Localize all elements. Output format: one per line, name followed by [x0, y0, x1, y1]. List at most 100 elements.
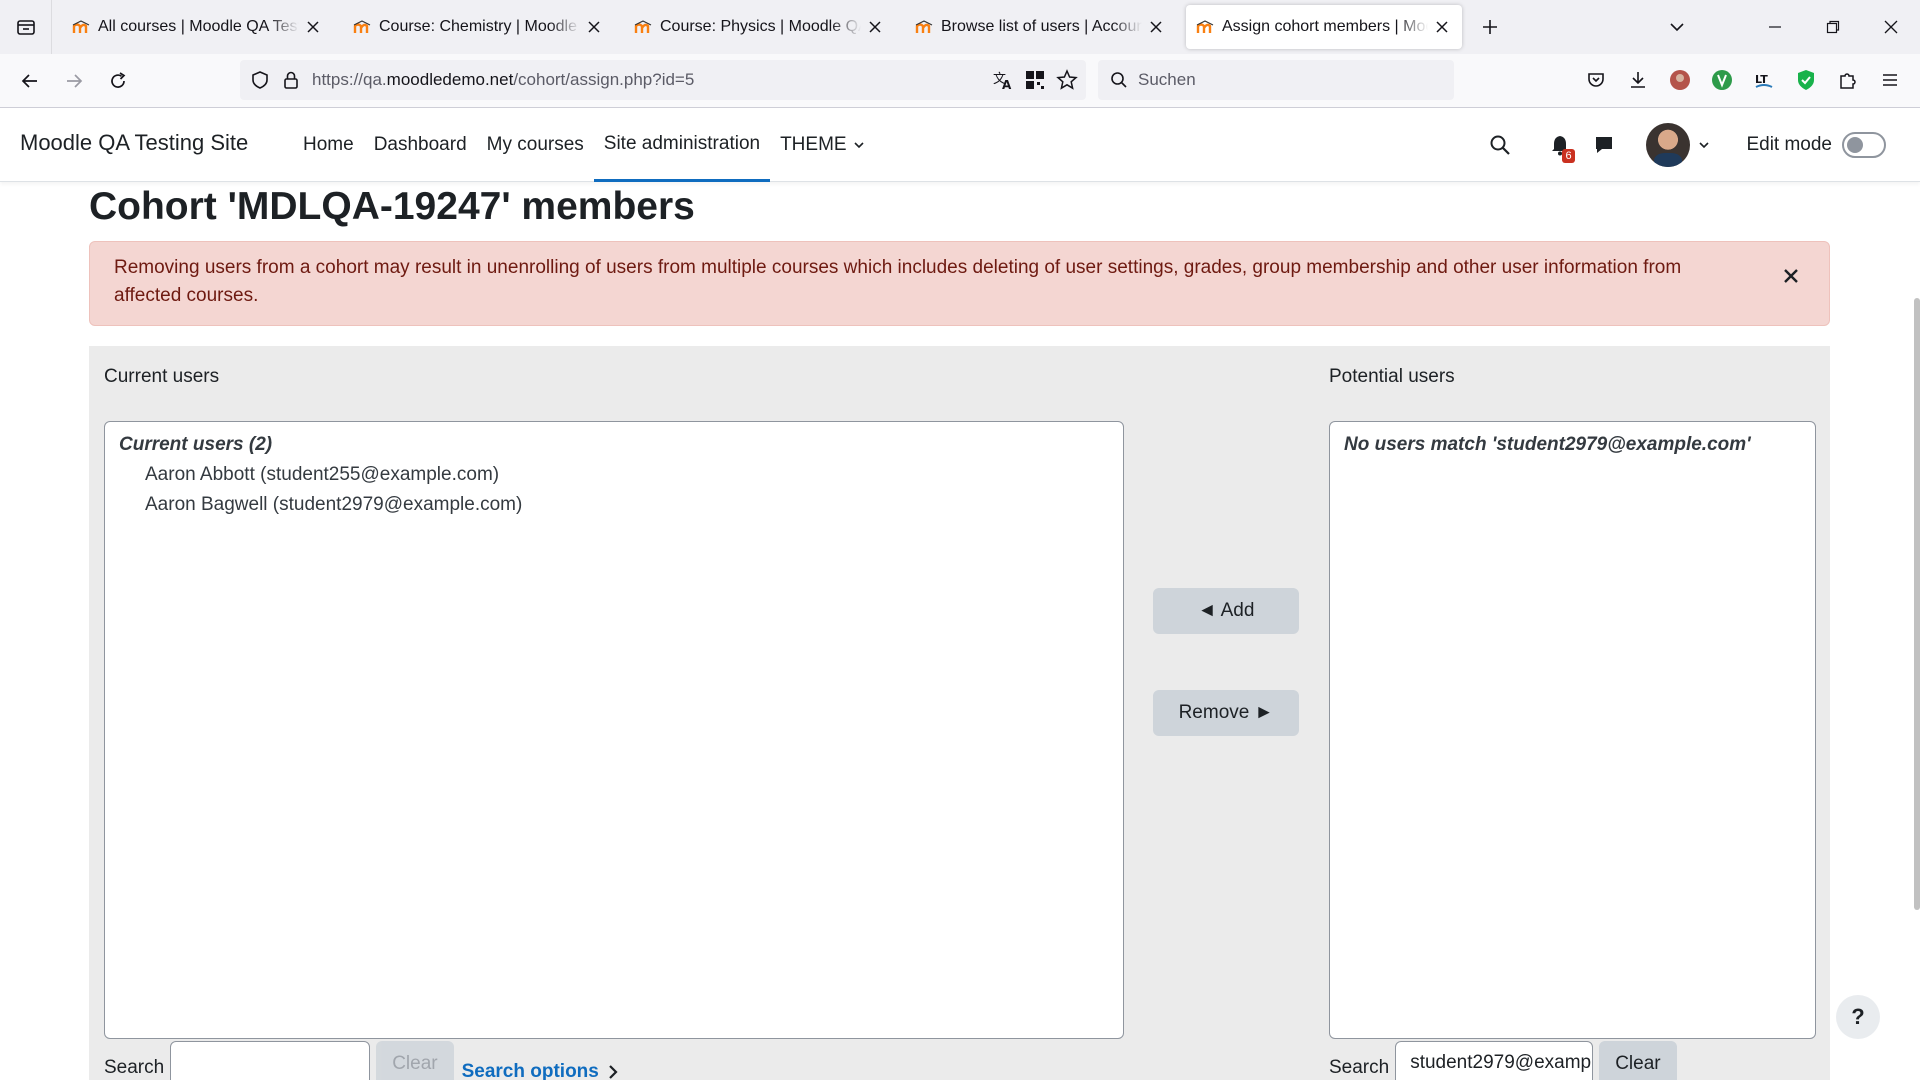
list-item-current-user[interactable]: Aaron Bagwell (student2979@example.com) [119, 490, 1109, 520]
warning-alert: Removing users from a cohort may result … [89, 241, 1830, 326]
list-item-current-user[interactable]: Aaron Abbott (student255@example.com) [119, 460, 1109, 490]
header-search-button[interactable] [1478, 123, 1522, 167]
browser-tab[interactable]: Course: Chemistry | Moodle QA Testing Si… [343, 5, 614, 49]
close-icon [1784, 269, 1798, 283]
chevron-down-icon[interactable] [1698, 139, 1710, 151]
search-placeholder: Suchen [1138, 70, 1196, 89]
restore-button[interactable] [1804, 0, 1862, 54]
tab-title: All courses | Moodle QA Testing Site [98, 18, 299, 35]
list-all-tabs-button[interactable] [1648, 0, 1706, 54]
chat-bubble-icon [1596, 137, 1613, 153]
browser-search-input[interactable]: Suchen [1098, 60, 1454, 100]
downloads-button[interactable] [1618, 60, 1658, 100]
chevron-right-icon [609, 1065, 618, 1079]
tab-list-button[interactable] [0, 0, 52, 54]
minimize-icon [1769, 26, 1781, 28]
puzzle-icon [1840, 73, 1856, 89]
adguard-button[interactable] [1786, 60, 1826, 100]
close-alert-button[interactable] [1779, 264, 1803, 288]
translate-icon[interactable]: 文A [992, 69, 1014, 91]
nav-site-administration[interactable]: Site administration [593, 108, 771, 182]
browser-tab[interactable]: Course: Physics | Moodle QA Testing Site [624, 5, 895, 49]
page-scrollbar[interactable] [1914, 298, 1920, 910]
svg-text:A: A [1002, 78, 1012, 91]
languagetool-icon: LT [1755, 73, 1773, 88]
new-tab-button[interactable] [1470, 7, 1510, 47]
browser-tab[interactable]: Browse list of users | Accounts | Moodle [905, 5, 1176, 49]
lock-icon[interactable] [282, 70, 300, 90]
extension-avatar-button[interactable] [1660, 60, 1700, 100]
hamburger-menu-icon [1883, 74, 1897, 86]
download-icon [1631, 72, 1645, 88]
arrow-right-icon [67, 73, 83, 88]
moodle-favicon-icon [915, 20, 933, 33]
browser-tab-active[interactable]: Assign cohort members | Moodle QA Testin… [1186, 5, 1462, 49]
close-tab-icon[interactable] [1146, 17, 1166, 37]
help-button[interactable]: ? [1836, 995, 1880, 1039]
add-button[interactable]: ◄ Add [1153, 588, 1299, 634]
shield-check-icon [1798, 70, 1814, 90]
close-tab-icon[interactable] [865, 17, 885, 37]
search-options-link[interactable]: Search options [462, 1057, 619, 1080]
languagetool-button[interactable]: LT [1744, 60, 1784, 100]
messages-button[interactable] [1582, 123, 1626, 167]
nav-theme-label: THEME [780, 134, 847, 155]
app-menu-button[interactable] [1870, 60, 1910, 100]
close-window-button[interactable] [1862, 0, 1920, 54]
nav-home[interactable]: Home [293, 108, 364, 182]
nav-dashboard[interactable]: Dashboard [364, 108, 477, 182]
search-icon [1490, 135, 1511, 155]
nav-my-courses[interactable]: My courses [477, 108, 594, 182]
extensions-button[interactable] [1828, 60, 1868, 100]
url-bar[interactable]: https://qa.moodledemo.net/cohort/assign.… [240, 60, 1086, 100]
arrow-left-icon [21, 73, 37, 88]
current-clear-button[interactable]: Clear [376, 1041, 454, 1080]
page-title: Cohort 'MDLQA-19247' members [89, 185, 695, 228]
potential-search-input[interactable]: student2979@example.com [1395, 1041, 1594, 1080]
tab-list-icon [16, 20, 35, 35]
search-options-label: Search options [461, 1061, 599, 1080]
browser-toolbar: https://qa.moodledemo.net/cohort/assign.… [0, 54, 1920, 108]
back-button[interactable] [10, 61, 50, 101]
reload-icon [111, 71, 126, 88]
close-icon [1884, 20, 1898, 34]
pocket-button[interactable] [1576, 60, 1616, 100]
current-users-listbox[interactable]: Current users (2) Aaron Abbott (student2… [104, 421, 1124, 1039]
remove-button[interactable]: Remove ► [1153, 690, 1299, 736]
reload-button[interactable] [98, 61, 138, 101]
potential-clear-button[interactable]: Clear [1599, 1041, 1677, 1080]
site-name[interactable]: Moodle QA Testing Site [20, 130, 248, 156]
search-icon [1111, 72, 1127, 88]
edit-mode-switch[interactable]: Edit mode [1746, 132, 1886, 158]
notifications-button[interactable]: 6 [1538, 123, 1582, 167]
extension-button[interactable] [1702, 60, 1742, 100]
edit-mode-toggle[interactable] [1842, 132, 1886, 158]
qr-code-icon[interactable] [1024, 69, 1046, 91]
user-selector-area: Current users Potential users Current us… [89, 346, 1830, 1080]
alert-message: Removing users from a cohort may result … [114, 257, 1682, 306]
restore-icon [1826, 20, 1840, 34]
browser-tab[interactable]: All courses | Moodle QA Testing Site [62, 5, 333, 49]
forward-button[interactable] [54, 61, 94, 101]
close-tab-icon[interactable] [303, 17, 323, 37]
current-users-search: Search Clear Search options [104, 1041, 619, 1080]
tab-title: Browse list of users | Accounts | Moodle [941, 18, 1142, 35]
current-search-label: Search [104, 1057, 165, 1078]
current-search-input[interactable] [170, 1041, 371, 1080]
nav-theme-dropdown[interactable]: THEME [770, 108, 875, 182]
moodle-favicon-icon [634, 20, 652, 33]
edit-mode-label: Edit mode [1746, 134, 1832, 155]
bookmark-star-icon[interactable] [1056, 69, 1078, 91]
moodle-navbar: Moodle QA Testing Site Home Dashboard My… [0, 108, 1920, 182]
current-users-group-label: Current users (2) [119, 434, 273, 455]
minimize-button[interactable] [1746, 0, 1804, 54]
potential-users-listbox[interactable]: No users match 'student2979@example.com' [1329, 421, 1816, 1039]
close-tab-icon[interactable] [584, 17, 604, 37]
close-tab-icon[interactable] [1432, 17, 1452, 37]
primary-navigation: Home Dashboard My courses Site administr… [293, 108, 875, 182]
chevron-down-icon [854, 142, 864, 149]
extension-leaf-icon [1712, 70, 1732, 90]
shield-icon[interactable] [250, 70, 270, 90]
potential-users-group-label: No users match 'student2979@example.com' [1344, 434, 1751, 455]
user-avatar[interactable] [1646, 123, 1691, 167]
